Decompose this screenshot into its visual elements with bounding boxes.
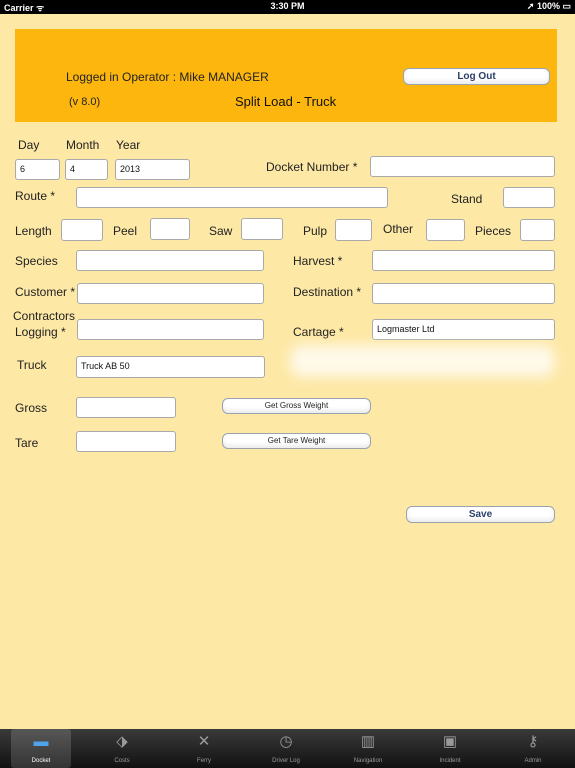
tab-label: Admin (524, 758, 542, 764)
get-tare-weight-button[interactable]: Get Tare Weight (222, 433, 371, 449)
tab-navigation[interactable]: ▥ Navigation (338, 729, 398, 768)
tab-label: Incident (439, 758, 461, 764)
pieces-field[interactable] (520, 219, 555, 241)
docket-icon: ▬ (33, 733, 49, 750)
cartage-label: Cartage * (293, 325, 344, 339)
saw-field[interactable] (241, 218, 283, 240)
docket-number-field[interactable] (370, 156, 555, 177)
stopwatch-icon: ◷ (279, 733, 293, 750)
tab-incident[interactable]: ▣ Incident (420, 729, 480, 768)
truck-field[interactable]: Truck AB 50 (76, 356, 265, 378)
ferry-route-icon: ✕ (197, 733, 211, 750)
peel-label: Peel (113, 224, 138, 238)
tab-docket[interactable]: ▬ Docket (11, 729, 71, 768)
year-label: Year (116, 138, 141, 152)
tab-driver-log[interactable]: ◷ Driver Log (256, 729, 316, 768)
month-label: Month (66, 138, 100, 152)
species-field[interactable] (76, 250, 264, 271)
stand-label: Stand (451, 192, 483, 206)
tab-label: Navigation (353, 758, 383, 764)
other-field[interactable] (426, 219, 465, 241)
tare-field[interactable] (76, 431, 176, 452)
harvest-field[interactable] (372, 250, 555, 271)
day-field[interactable]: 6 (15, 159, 60, 180)
map-icon: ▥ (360, 733, 376, 750)
get-gross-weight-button[interactable]: Get Gross Weight (222, 398, 371, 414)
peel-field[interactable] (150, 218, 190, 240)
tab-label: Ferry (197, 758, 211, 764)
pulp-field[interactable] (335, 219, 372, 241)
tab-label: Docket (31, 758, 51, 764)
pulp-label: Pulp (303, 224, 328, 238)
gross-label: Gross (15, 401, 48, 415)
customer-field[interactable] (77, 283, 264, 304)
logout-button[interactable]: Log Out (403, 68, 550, 85)
battery-indicator: ➚ 100% ▭ (526, 1, 571, 11)
version-label: (v 8.0) (69, 96, 101, 108)
stand-field[interactable] (503, 187, 555, 208)
species-label: Species (15, 254, 58, 268)
docket-number-label: Docket Number * (266, 160, 358, 174)
tab-costs[interactable]: ⬗ Costs (92, 729, 152, 768)
day-label: Day (18, 138, 40, 152)
tare-label: Tare (15, 436, 39, 450)
pieces-label: Pieces (475, 224, 512, 238)
month-field[interactable]: 4 (65, 159, 108, 180)
save-button[interactable]: Save (406, 506, 555, 523)
status-bar: Carrier ᯤ 3:30 PM ➚ 100% ▭ (0, 0, 575, 14)
year-field[interactable]: 2013 (115, 159, 190, 180)
tab-admin[interactable]: ⚷ Admin (503, 729, 563, 768)
destination-field[interactable] (372, 283, 555, 304)
logging-label: Logging * (15, 325, 66, 339)
header-banner: Logged in Operator : Mike MANAGER (v 8.0… (15, 29, 557, 122)
tag-icon: ⬗ (116, 733, 128, 750)
contractors-label: Contractors (13, 309, 76, 323)
harvest-label: Harvest * (293, 254, 343, 268)
blurred-region (290, 345, 555, 377)
length-label: Length (15, 224, 52, 238)
destination-label: Destination * (293, 285, 362, 299)
cartage-field[interactable]: Logmaster Ltd (372, 319, 555, 340)
truck-label: Truck (17, 358, 47, 372)
saw-label: Saw (209, 224, 233, 238)
route-field[interactable] (76, 187, 388, 208)
logging-field[interactable] (77, 319, 264, 340)
clock: 3:30 PM (270, 1, 305, 11)
tab-label: Costs (114, 758, 130, 764)
mode-title: Split Load - Truck (235, 94, 337, 109)
tab-label: Driver Log (272, 758, 300, 764)
tab-ferry[interactable]: ✕ Ferry (174, 729, 234, 768)
customer-label: Customer * (15, 285, 76, 299)
first-aid-kit-icon: ▣ (442, 733, 458, 750)
length-field[interactable] (61, 219, 103, 241)
route-label: Route * (15, 189, 56, 203)
key-icon: ⚷ (527, 733, 539, 750)
gross-field[interactable] (76, 397, 176, 418)
other-label: Other (383, 222, 414, 236)
operator-label: Logged in Operator : Mike MANAGER (66, 70, 269, 84)
tab-bar: ▬ Docket ⬗ Costs ✕ Ferry ◷ Driver Log ▥ … (0, 729, 575, 768)
